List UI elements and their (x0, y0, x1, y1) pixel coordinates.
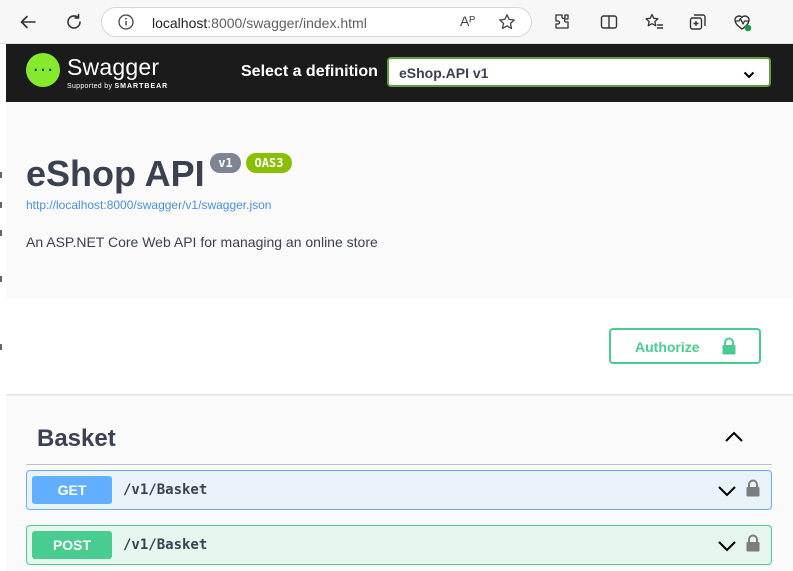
site-info-icon[interactable] (118, 14, 134, 35)
back-arrow-icon (20, 15, 36, 29)
collections-icon[interactable] (686, 10, 710, 34)
tag-section-header[interactable]: Basket (26, 416, 772, 465)
url-path: :8000/swagger/index.html (207, 15, 367, 31)
lock-icon (721, 336, 737, 361)
operation-path: /v1/Basket (123, 537, 208, 553)
logo-subtitle: Supported by SMARTBEAR (67, 83, 168, 90)
refresh-icon (67, 13, 81, 29)
swagger-json-link[interactable]: http://localhost:8000/swagger/v1/swagger… (26, 198, 271, 212)
split-screen-icon[interactable] (597, 10, 621, 34)
favorite-star-icon[interactable] (498, 13, 516, 36)
browser-toolbar: localhost:8000/swagger/index.html Aᴾ (0, 0, 793, 44)
chevron-up-icon[interactable] (724, 430, 744, 449)
swagger-page: {···} Swagger Supported by SMARTBEAR Sel… (6, 44, 793, 571)
scheme-container: Authorize (6, 298, 793, 394)
operation-path: /v1/Basket (123, 482, 208, 498)
svg-text:{···}: {···} (32, 63, 54, 77)
swagger-topbar: {···} Swagger Supported by SMARTBEAR Sel… (6, 44, 793, 102)
authorize-button[interactable]: Authorize (609, 328, 761, 364)
chevron-down-icon[interactable] (717, 539, 737, 558)
read-aloud-icon[interactable]: Aᴾ (460, 13, 475, 29)
logo-subtitle-brand: SMARTBEAR (114, 83, 169, 90)
version-badge: v1 (210, 153, 241, 173)
api-title: eShop API (26, 153, 205, 194)
edge-mark (0, 276, 2, 282)
edge-mark (0, 172, 2, 178)
extensions-icon[interactable] (550, 10, 574, 34)
definition-select-value: eShop.API v1 (399, 65, 489, 81)
swagger-logo-icon[interactable]: {···} (26, 53, 60, 87)
refresh-button[interactable] (60, 8, 88, 36)
browser-essentials-icon[interactable] (730, 10, 754, 34)
favorites-icon[interactable] (642, 10, 666, 34)
http-method-badge: POST (32, 531, 112, 559)
definition-select[interactable]: eShop.API v1 (387, 57, 771, 87)
swagger-logo-text[interactable]: Swagger (67, 54, 159, 81)
api-description: An ASP.NET Core Web API for managing an … (26, 234, 378, 250)
api-info: eShop API v1 OAS3 http://localhost:8000/… (6, 102, 793, 298)
edge-mark (0, 202, 2, 208)
edge-mark (0, 230, 2, 236)
definition-label: Select a definition (241, 63, 378, 80)
lock-icon[interactable] (745, 533, 761, 558)
chevron-down-icon[interactable] (717, 484, 737, 503)
edge-mark (0, 344, 2, 350)
oas-badge: OAS3 (246, 153, 292, 173)
lock-icon[interactable] (745, 478, 761, 503)
url-text: localhost:8000/swagger/index.html (152, 15, 367, 31)
operation-get-basket[interactable]: GET /v1/Basket (26, 470, 772, 510)
tag-name: Basket (37, 425, 116, 452)
chevron-down-icon (743, 67, 755, 85)
logo-subtitle-prefix: Supported by (67, 83, 113, 90)
address-bar[interactable]: localhost:8000/swagger/index.html Aᴾ (101, 7, 532, 37)
authorize-label: Authorize (635, 339, 700, 355)
http-method-badge: GET (32, 476, 112, 504)
back-button[interactable] (14, 8, 42, 36)
operation-post-basket[interactable]: POST /v1/Basket (26, 525, 772, 565)
url-host: localhost (152, 15, 208, 31)
